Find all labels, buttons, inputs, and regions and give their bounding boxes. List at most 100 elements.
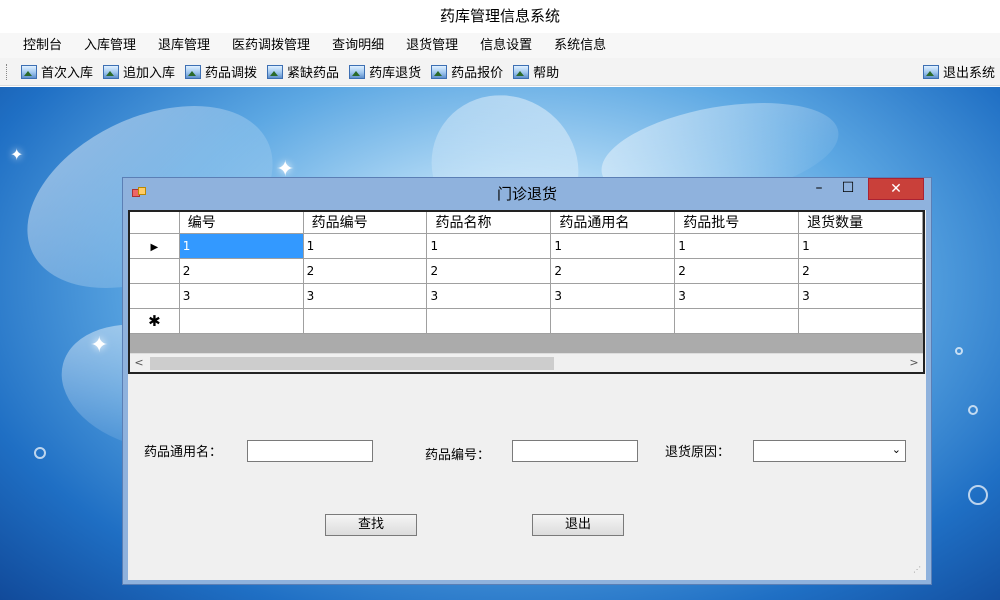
row-header[interactable]: ✱ [130, 308, 180, 334]
app-title-bar: 药库管理信息系统 [0, 0, 1000, 33]
search-button[interactable]: 查找 [325, 514, 417, 536]
grid-cell[interactable]: 3 [179, 283, 304, 309]
table-row[interactable]: ▶ 1 1 1 1 1 1 [130, 233, 923, 259]
menu-returns[interactable]: 退货管理 [395, 33, 469, 58]
menu-transfer[interactable]: 医药调拨管理 [221, 33, 321, 58]
picture-icon [185, 64, 202, 79]
bubble-decoration [34, 447, 46, 459]
toolbar-grip[interactable] [6, 63, 10, 80]
sparkle-decoration: ✦ [90, 333, 109, 358]
picture-icon [431, 64, 448, 79]
grid-cell[interactable]: 2 [798, 258, 923, 284]
toolbar-warehouse-return[interactable]: 药库退货 [344, 61, 426, 83]
picture-icon [349, 64, 366, 79]
drug-code-input[interactable] [512, 440, 638, 462]
bubble-decoration [955, 347, 963, 355]
grid-cell[interactable] [303, 308, 428, 334]
return-reason-select[interactable]: ⌄ [753, 440, 906, 462]
menu-query-details[interactable]: 查询明细 [321, 33, 395, 58]
dialog-title-bar[interactable]: 门诊退货 – ☐ ✕ [123, 178, 931, 210]
toolbar: 首次入库 追加入库 药品调拨 紧缺药品 药库退货 药品报价 帮助 退出系统 [0, 58, 1000, 86]
toolbar-label: 帮助 [533, 66, 560, 81]
current-row-icon: ▶ [150, 241, 159, 253]
toolbar-label: 紧缺药品 [287, 66, 340, 81]
grid-cell[interactable]: 2 [426, 258, 552, 284]
picture-icon [21, 64, 37, 79]
grid-cell[interactable]: 3 [674, 283, 800, 309]
bubble-decoration [968, 485, 988, 505]
grid-cell[interactable] [798, 308, 923, 334]
grid-cell[interactable]: 1 [550, 233, 676, 259]
column-header-drug-code[interactable]: 药品编号 [303, 212, 428, 234]
toolbar-label: 药品调拨 [205, 66, 258, 81]
toolbar-drug-quote[interactable]: 药品报价 [426, 61, 508, 83]
grid-cell[interactable]: 1 [674, 233, 800, 259]
toolbar-label: 首次入库 [41, 66, 94, 81]
toolbar-additional-stock-in[interactable]: 追加入库 [98, 61, 180, 83]
column-header-batch-number[interactable]: 药品批号 [674, 212, 800, 234]
scroll-left-arrow-icon[interactable]: < [130, 354, 148, 372]
toolbar-label: 退出系统 [942, 66, 995, 81]
dialog-body: 编号 药品编号 药品名称 药品通用名 药品批号 退货数量 ▶ 1 1 1 1 1… [128, 210, 926, 580]
row-header[interactable] [130, 283, 180, 309]
picture-icon [513, 64, 530, 79]
column-header-generic-name[interactable]: 药品通用名 [550, 212, 676, 234]
menu-console[interactable]: 控制台 [12, 33, 73, 58]
row-header[interactable]: ▶ [130, 233, 180, 259]
grid-cell[interactable]: 3 [303, 283, 428, 309]
picture-icon [267, 64, 284, 79]
grid-cell[interactable]: 2 [550, 258, 676, 284]
grid-cell[interactable]: 1 [179, 233, 304, 259]
chevron-down-icon: ⌄ [891, 443, 901, 456]
resize-grip-icon[interactable]: ⋰ [913, 566, 923, 577]
toolbar-label: 药库退货 [369, 66, 422, 81]
drug-code-label: 药品编号： [425, 448, 491, 463]
grid-cell[interactable]: 1 [303, 233, 428, 259]
toolbar-first-stock-in[interactable]: 首次入库 [16, 61, 98, 83]
generic-name-input[interactable] [247, 440, 373, 462]
menu-return-stock[interactable]: 退库管理 [147, 33, 221, 58]
grid-corner-cell[interactable] [130, 212, 180, 234]
row-header[interactable] [130, 258, 180, 284]
grid-cell[interactable]: 1 [798, 233, 923, 259]
grid-cell[interactable]: 2 [674, 258, 800, 284]
new-row[interactable]: ✱ [130, 308, 923, 334]
grid-cell[interactable]: 2 [179, 258, 304, 284]
grid-cell[interactable] [426, 308, 552, 334]
toolbar-drug-transfer[interactable]: 药品调拨 [180, 61, 262, 83]
horizontal-scrollbar[interactable]: < > [130, 353, 923, 372]
table-row[interactable]: 3 3 3 3 3 3 [130, 283, 923, 309]
grid-cell[interactable] [674, 308, 800, 334]
menu-system-info[interactable]: 系统信息 [543, 33, 617, 58]
maximize-button[interactable]: ☐ [835, 178, 861, 200]
grid-table: 编号 药品编号 药品名称 药品通用名 药品批号 退货数量 ▶ 1 1 1 1 1… [130, 212, 923, 334]
bubble-decoration [968, 405, 978, 415]
toolbar-help[interactable]: 帮助 [508, 61, 564, 83]
toolbar-label: 药品报价 [451, 66, 504, 81]
toolbar-exit-system[interactable]: 退出系统 [918, 61, 1000, 83]
picture-icon [922, 64, 939, 79]
menu-settings[interactable]: 信息设置 [469, 33, 543, 58]
grid-cell[interactable] [550, 308, 676, 334]
grid-cell[interactable]: 3 [550, 283, 676, 309]
menu-bar: 控制台 入库管理 退库管理 医药调拨管理 查询明细 退货管理 信息设置 系统信息 [0, 33, 1000, 58]
generic-name-label: 药品通用名： [144, 445, 223, 460]
close-button[interactable]: ✕ [868, 178, 924, 200]
picture-icon [103, 64, 120, 79]
toolbar-shortage-drugs[interactable]: 紧缺药品 [262, 61, 344, 83]
grid-cell[interactable]: 2 [303, 258, 428, 284]
grid-cell[interactable] [179, 308, 304, 334]
scroll-thumb[interactable] [150, 357, 554, 370]
table-row[interactable]: 2 2 2 2 2 2 [130, 258, 923, 284]
return-data-grid[interactable]: 编号 药品编号 药品名称 药品通用名 药品批号 退货数量 ▶ 1 1 1 1 1… [128, 210, 925, 374]
column-header-return-quantity[interactable]: 退货数量 [798, 212, 923, 234]
column-header-drug-name[interactable]: 药品名称 [426, 212, 552, 234]
grid-cell[interactable]: 3 [798, 283, 923, 309]
minimize-button[interactable]: – [806, 178, 832, 200]
menu-stock-in[interactable]: 入库管理 [73, 33, 147, 58]
scroll-right-arrow-icon[interactable]: > [905, 354, 923, 372]
grid-cell[interactable]: 1 [426, 233, 552, 259]
exit-button[interactable]: 退出 [532, 514, 624, 536]
grid-cell[interactable]: 3 [426, 283, 552, 309]
column-header-id[interactable]: 编号 [179, 212, 304, 234]
